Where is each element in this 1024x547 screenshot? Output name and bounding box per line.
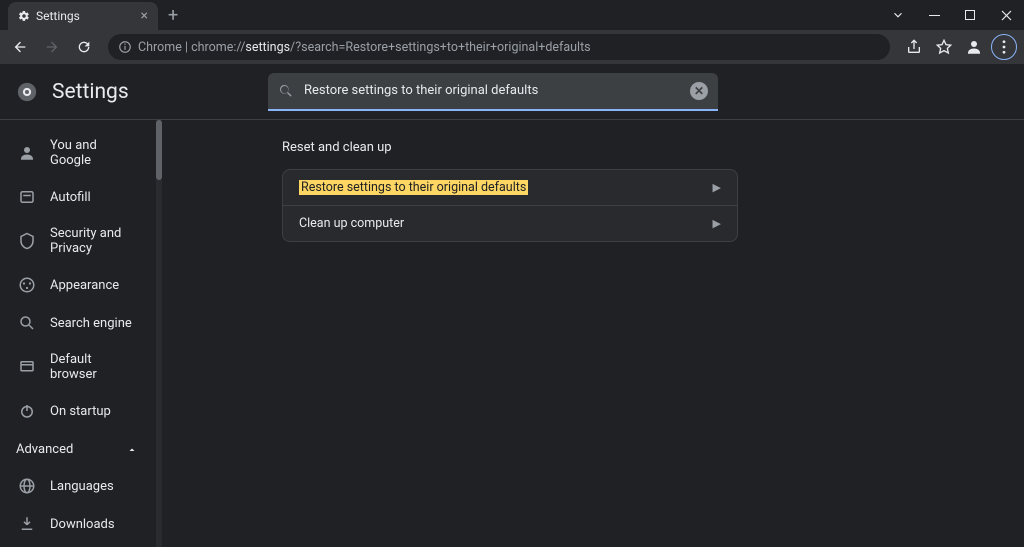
new-tab-button[interactable]: + (168, 5, 178, 26)
browser-toolbar: Chrome | chrome://settings/?search=Resto… (0, 30, 1024, 64)
settings-sidebar: You and Google Autofill Security and Pri… (0, 120, 156, 547)
sidebar-item-appearance[interactable]: Appearance (0, 266, 156, 304)
sidebar-advanced-label: Advanced (16, 442, 73, 457)
minimize-button[interactable] (916, 0, 952, 30)
close-tab-icon[interactable]: × (141, 8, 148, 24)
reload-button[interactable] (70, 33, 98, 61)
maximize-button[interactable] (952, 0, 988, 30)
clear-search-button[interactable]: ✕ (690, 82, 708, 100)
bookmark-icon[interactable] (930, 33, 958, 61)
tab-title: Settings (36, 9, 135, 23)
sidebar-item-search-engine[interactable]: Search engine (0, 304, 156, 342)
sidebar-item-security[interactable]: Security and Privacy (0, 216, 156, 266)
sidebar-scrollbar[interactable] (156, 120, 162, 547)
sidebar-item-on-startup[interactable]: On startup (0, 392, 156, 430)
page-title: Settings (52, 80, 129, 104)
chevron-up-icon (126, 444, 138, 456)
sidebar-label: Autofill (50, 190, 91, 205)
sidebar-label: Default browser (50, 352, 138, 382)
address-bar[interactable]: Chrome | chrome://settings/?search=Resto… (108, 34, 890, 60)
share-icon[interactable] (900, 33, 928, 61)
sidebar-item-default-browser[interactable]: Default browser (0, 342, 156, 392)
sidebar-item-you-and-google[interactable]: You and Google (0, 128, 156, 178)
close-window-button[interactable] (988, 0, 1024, 30)
forward-button[interactable] (38, 33, 66, 61)
sidebar-item-languages[interactable]: Languages (0, 467, 156, 505)
back-button[interactable] (6, 33, 34, 61)
chrome-menu-button[interactable] (990, 33, 1018, 61)
profile-icon[interactable] (960, 33, 988, 61)
window-controls (880, 0, 1024, 30)
browser-tab[interactable]: Settings × (8, 2, 158, 30)
titlebar: Settings × + (0, 0, 1024, 30)
address-text: Chrome | chrome://settings/?search=Resto… (138, 40, 591, 55)
section-title: Reset and clean up (282, 140, 1024, 155)
sidebar-item-autofill[interactable]: Autofill (0, 178, 156, 216)
main-area: You and Google Autofill Security and Pri… (0, 120, 1024, 547)
sidebar-label: On startup (50, 404, 111, 419)
row-label: Clean up computer (299, 216, 404, 231)
site-info-icon[interactable] (118, 40, 132, 54)
sidebar-advanced-toggle[interactable]: Advanced (0, 430, 156, 467)
row-label: Restore settings to their original defau… (299, 180, 528, 195)
chrome-logo-icon (16, 81, 38, 103)
reset-card: Restore settings to their original defau… (282, 169, 738, 242)
settings-content: Reset and clean up Restore settings to t… (162, 120, 1024, 547)
chevron-right-icon: ▶ (713, 217, 721, 230)
sidebar-label: Security and Privacy (50, 226, 138, 256)
sidebar-label: Languages (50, 479, 114, 494)
clean-up-computer-row[interactable]: Clean up computer ▶ (283, 205, 737, 241)
sidebar-label: Search engine (50, 316, 132, 331)
settings-search[interactable]: ✕ (268, 73, 718, 111)
settings-header: Settings ✕ (0, 64, 1024, 120)
sidebar-item-accessibility[interactable]: Accessibility (0, 543, 156, 547)
scrollbar-thumb[interactable] (156, 120, 162, 180)
sidebar-label: Appearance (50, 278, 119, 293)
sidebar-label: You and Google (50, 138, 138, 168)
sidebar-item-downloads[interactable]: Downloads (0, 505, 156, 543)
gear-icon (18, 10, 30, 22)
search-icon (278, 83, 294, 99)
tab-dropdown-icon[interactable] (880, 0, 916, 30)
restore-defaults-row[interactable]: Restore settings to their original defau… (283, 170, 737, 205)
sidebar-label: Downloads (50, 517, 115, 532)
search-input[interactable] (304, 83, 680, 98)
chevron-right-icon: ▶ (713, 181, 721, 194)
